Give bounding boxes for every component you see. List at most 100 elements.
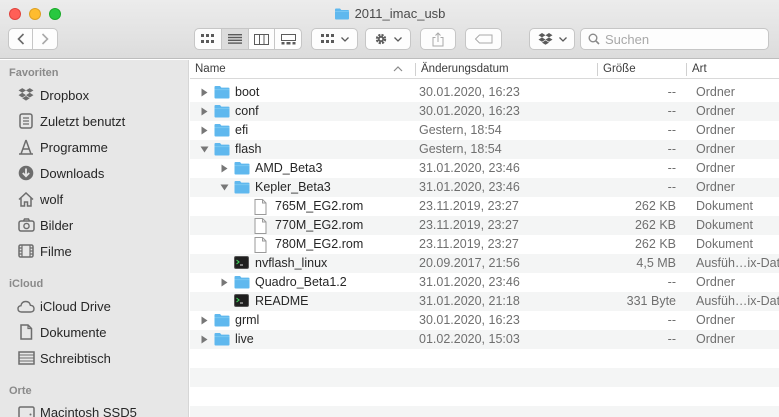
file-size: 262 KB bbox=[634, 199, 676, 213]
file-name: README bbox=[255, 294, 309, 308]
file-name: AMD_Beta3 bbox=[255, 161, 323, 175]
gallery-view-icon bbox=[280, 33, 296, 44]
file-size: -- bbox=[667, 161, 676, 175]
disclosure-collapsed-icon[interactable] bbox=[198, 311, 210, 330]
share-button[interactable] bbox=[420, 28, 456, 50]
icon-view-button[interactable] bbox=[195, 29, 222, 49]
file-row[interactable]: README 31.01.2020, 21:18 331 Byte Ausfüh…ix… bbox=[190, 292, 779, 311]
file-row[interactable]: live 01.02.2020, 15:03 -- Ordner bbox=[190, 330, 779, 349]
file-size: -- bbox=[667, 332, 676, 346]
file-name: boot bbox=[235, 85, 260, 99]
disclosure-collapsed-icon[interactable] bbox=[218, 159, 230, 178]
chevron-down-icon bbox=[558, 36, 567, 42]
column-header-date-label: Änderungsdatum bbox=[421, 63, 509, 75]
search-field[interactable] bbox=[580, 28, 769, 50]
sidebar-item-pictures[interactable]: Bilder bbox=[0, 214, 188, 236]
chevron-down-icon bbox=[394, 36, 402, 42]
film-icon bbox=[17, 242, 35, 260]
recents-icon bbox=[17, 112, 35, 130]
file-list: Name Änderungsdatum Größe Art boot 30.01.… bbox=[190, 60, 779, 417]
file-kind: Ordner bbox=[696, 180, 735, 194]
file-row[interactable]: Quadro_Beta1.2 31.01.2020, 23:46 -- Ordner bbox=[190, 273, 779, 292]
file-size: 262 KB bbox=[634, 237, 676, 251]
sidebar-item-home[interactable]: wolf bbox=[0, 188, 188, 210]
disclosure-collapsed-icon[interactable] bbox=[198, 121, 210, 140]
sidebar-item-applications[interactable]: Programme bbox=[0, 136, 188, 158]
disclosure-expanded-icon[interactable] bbox=[218, 178, 230, 197]
sidebar-item-documents[interactable]: Dokumente bbox=[0, 321, 188, 343]
forward-icon bbox=[41, 33, 49, 45]
file-row[interactable]: 765M_EG2.rom 23.11.2019, 23:27 262 KB Dokum… bbox=[190, 197, 779, 216]
terminal-executable-icon bbox=[234, 256, 250, 271]
sort-ascending-icon bbox=[393, 66, 403, 72]
column-header-size[interactable]: Größe bbox=[598, 60, 686, 79]
camera-icon bbox=[17, 216, 35, 234]
column-header-date[interactable]: Änderungsdatum bbox=[416, 60, 597, 79]
sidebar-item-dropbox[interactable]: Dropbox bbox=[0, 84, 188, 106]
file-size: 262 KB bbox=[634, 218, 676, 232]
file-date: 23.11.2019, 23:27 bbox=[419, 237, 519, 251]
sidebar-item-desktop[interactable]: Schreibtisch bbox=[0, 347, 188, 369]
sidebar-item-recents[interactable]: Zuletzt benutzt bbox=[0, 110, 188, 132]
file-row[interactable]: Kepler_Beta3 31.01.2020, 23:46 -- Ordner bbox=[190, 178, 779, 197]
file-row[interactable]: efi Gestern, 18:54 -- Ordner bbox=[190, 121, 779, 140]
column-header-kind[interactable]: Art bbox=[687, 60, 779, 79]
file-row[interactable]: boot 30.01.2020, 16:23 -- Ordner bbox=[190, 83, 779, 102]
file-date: 20.09.2017, 21:56 bbox=[419, 256, 520, 270]
column-header-name[interactable]: Name bbox=[190, 60, 415, 79]
file-name: conf bbox=[235, 104, 259, 118]
empty-row bbox=[190, 349, 779, 368]
sidebar-item-downloads[interactable]: Downloads bbox=[0, 162, 188, 184]
disclosure-collapsed-icon[interactable] bbox=[198, 330, 210, 349]
sidebar-item-label: Macintosh SSD5 bbox=[40, 404, 137, 417]
file-row[interactable]: flash Gestern, 18:54 -- Ordner bbox=[190, 140, 779, 159]
file-row[interactable]: conf 30.01.2020, 16:23 -- Ordner bbox=[190, 102, 779, 121]
empty-row bbox=[190, 387, 779, 406]
file-kind: Ordner bbox=[696, 104, 735, 118]
folder-icon bbox=[214, 313, 230, 328]
sidebar-item-movies[interactable]: Filme bbox=[0, 240, 188, 262]
sidebar-item-label: Bilder bbox=[40, 217, 74, 233]
gallery-view-button[interactable] bbox=[275, 29, 301, 49]
sidebar-item-icloud-drive[interactable]: iCloud Drive bbox=[0, 295, 188, 317]
sidebar-header-favorites: Favoriten bbox=[9, 67, 59, 79]
forward-button[interactable] bbox=[33, 29, 57, 49]
cloud-icon bbox=[17, 297, 35, 315]
list-view-button[interactable] bbox=[221, 29, 249, 49]
file-rows: boot 30.01.2020, 16:23 -- Ordner conf 30.01.2… bbox=[190, 83, 779, 417]
group-button[interactable] bbox=[311, 28, 358, 50]
column-view-button[interactable] bbox=[249, 29, 276, 49]
sidebar-item-macintosh-ssd[interactable]: Macintosh SSD5 bbox=[0, 401, 188, 417]
file-kind: Ordner bbox=[696, 161, 735, 175]
action-menu-button[interactable] bbox=[365, 28, 411, 50]
folder-icon bbox=[234, 180, 250, 195]
search-icon bbox=[588, 33, 600, 45]
file-row[interactable]: grml 30.01.2020, 16:23 -- Ordner bbox=[190, 311, 779, 330]
document-icon bbox=[17, 323, 35, 341]
back-button[interactable] bbox=[9, 29, 33, 49]
file-row[interactable]: nvflash_linux 20.09.2017, 21:56 4,5 MB Ausf… bbox=[190, 254, 779, 273]
window-title-text: 2011_imac_usb bbox=[354, 6, 446, 21]
navigation-buttons bbox=[8, 28, 58, 50]
file-date: 31.01.2020, 23:46 bbox=[419, 275, 520, 289]
file-kind: Dokument bbox=[696, 199, 753, 213]
disclosure-collapsed-icon[interactable] bbox=[198, 102, 210, 121]
file-date: 01.02.2020, 15:03 bbox=[419, 332, 520, 346]
file-row[interactable]: AMD_Beta3 31.01.2020, 23:46 -- Ordner bbox=[190, 159, 779, 178]
tag-button[interactable] bbox=[465, 28, 502, 50]
file-kind: Ausfüh…ix-Datei bbox=[696, 294, 779, 308]
file-name: Kepler_Beta3 bbox=[255, 180, 331, 194]
file-row[interactable]: 770M_EG2.rom 23.11.2019, 23:27 262 KB Dokum… bbox=[190, 216, 779, 235]
file-date: 23.11.2019, 23:27 bbox=[419, 218, 519, 232]
disclosure-expanded-icon[interactable] bbox=[198, 140, 210, 159]
icon-view-icon bbox=[200, 34, 214, 43]
folder-icon bbox=[234, 275, 250, 290]
folder-icon bbox=[214, 332, 230, 347]
folder-icon bbox=[214, 104, 230, 119]
disclosure-collapsed-icon[interactable] bbox=[218, 273, 230, 292]
dropbox-button[interactable] bbox=[529, 28, 575, 50]
disclosure-collapsed-icon[interactable] bbox=[198, 83, 210, 102]
file-kind: Ausfüh…ix-Datei bbox=[696, 256, 779, 270]
search-input[interactable] bbox=[605, 31, 755, 47]
file-row[interactable]: 780M_EG2.rom 23.11.2019, 23:27 262 KB Dokum… bbox=[190, 235, 779, 254]
